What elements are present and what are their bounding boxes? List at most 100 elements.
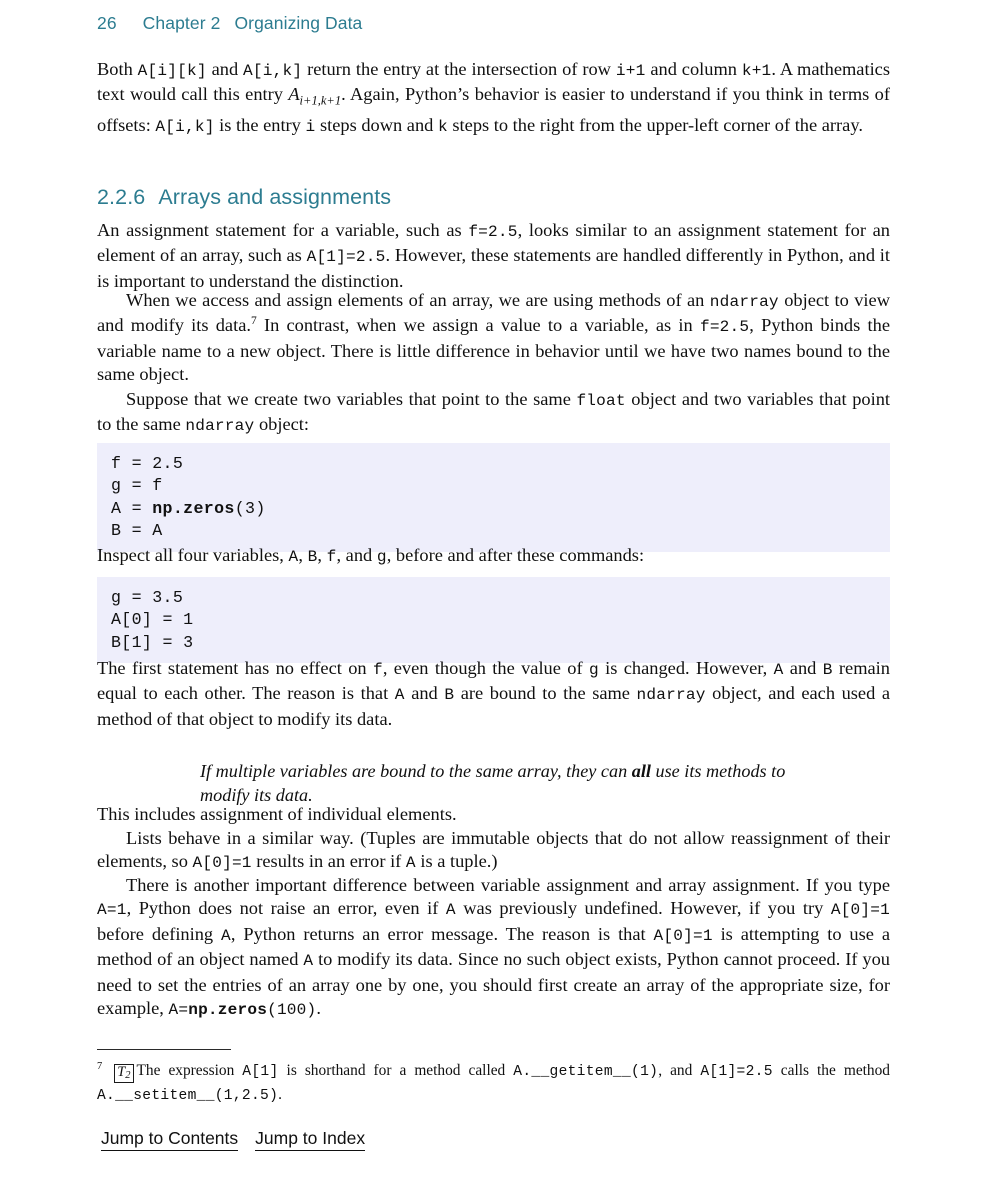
text-run: , and [336, 545, 377, 565]
section-number: 2.2.6 [97, 185, 146, 209]
paragraph-includes-assignment: This includes assignment of individual e… [97, 803, 890, 826]
text-run: and column [645, 59, 742, 79]
inline-code: A [445, 901, 456, 920]
inline-code: A[1] [242, 1064, 279, 1080]
inline-code: A [288, 548, 299, 566]
inline-code: A [394, 686, 405, 705]
text-run: An assignment statement for a variable, … [97, 220, 469, 240]
callout-note: If multiple variables are bound to the s… [200, 760, 800, 807]
code-text: f = 2.5 [111, 454, 184, 473]
page-number: 26 [97, 13, 117, 33]
inline-code: A [221, 926, 231, 945]
inline-code: f [372, 661, 383, 679]
inline-code: A[1]=2.5 [306, 248, 386, 267]
text-run: before defining [97, 923, 222, 944]
inline-code: A[0]=1 [653, 926, 713, 945]
code-block-create-variables: f = 2.5 g = f A = np.zeros(3) B = A [97, 443, 890, 552]
inline-code: A.__getitem__(1) [513, 1064, 659, 1080]
paragraph-access-assign: When we access and assign elements of an… [97, 289, 890, 387]
inline-code: A[0]=1 [830, 901, 890, 920]
text-run: , [298, 545, 308, 565]
text-run: calls the method [772, 1062, 891, 1079]
inline-code: B [307, 548, 318, 566]
paragraph-assignment-statement: An assignment statement for a variable, … [97, 219, 890, 293]
footnote-separator [97, 1049, 231, 1050]
inline-code: f [326, 548, 337, 566]
running-head: 26 Chapter 2 Organizing Data [97, 13, 362, 34]
paragraph-lists-behave: Lists behave in a similar way. (Tuples a… [97, 827, 890, 876]
code-text: A = [111, 498, 153, 518]
text-run: and [404, 683, 445, 704]
paragraph-another-difference: There is another important difference be… [97, 874, 890, 1023]
bottom-navigation: Jump to Contents Jump to Index [101, 1128, 382, 1151]
text-run: Both [97, 59, 138, 79]
text-run: There is another important difference be… [126, 875, 890, 895]
code-line: B = A [97, 520, 890, 542]
inline-code: g [376, 548, 387, 566]
inline-code: A.__setitem__(1,2.5) [97, 1087, 279, 1104]
text-run: This includes assignment of individual e… [97, 804, 457, 824]
chapter-label: Chapter 2 [142, 13, 221, 33]
inline-code: ndarray [709, 293, 779, 311]
math-symbol: A [288, 84, 300, 105]
section-heading: 2.2.6 Arrays and assignments [97, 185, 890, 210]
code-text: (3) [234, 498, 266, 518]
inline-code: A[i,k] [243, 62, 303, 80]
text-run: The first statement has no effect on [97, 658, 373, 678]
jump-to-index-link[interactable]: Jump to Index [255, 1128, 366, 1151]
text-run: is a tuple.) [415, 851, 498, 872]
chapter-title: Organizing Data [234, 13, 363, 33]
inline-code: f=2.5 [699, 318, 750, 337]
text-run: return the entry at the intersection of … [302, 59, 616, 79]
inline-code: A [405, 854, 416, 873]
text-run: results in an error if [251, 851, 406, 872]
inline-code: A[0]=1 [192, 854, 252, 873]
inline-code: A=1 [97, 901, 127, 920]
text-run: , and [658, 1062, 701, 1079]
text-run: steps down and [315, 114, 438, 135]
inline-code: A= [168, 1001, 189, 1020]
jump-to-contents-link[interactable]: Jump to Contents [101, 1128, 239, 1151]
inline-code: f=2.5 [468, 223, 518, 241]
paragraph-intersection-entry: Both A[i][k] and A[i,k] return the entry… [97, 58, 890, 139]
code-line: g = 3.5 [97, 587, 890, 609]
inline-code: A[i][k] [137, 62, 207, 80]
text-run: . [278, 1085, 283, 1103]
inline-code: i [305, 117, 316, 136]
text-run: . [316, 998, 321, 1019]
code-text: B = A [111, 521, 163, 541]
inline-code: k [437, 117, 448, 136]
code-text: g = 3.5 [111, 588, 184, 607]
inline-code: i+1 [615, 62, 646, 80]
inline-code: A[1]=2.5 [700, 1064, 773, 1080]
text-run: object: [254, 414, 310, 435]
text-run: , before and after these commands: [386, 545, 645, 565]
code-line: g = f [97, 475, 890, 497]
inline-code: ndarray [185, 417, 255, 436]
inline-code: B [444, 686, 455, 705]
text-run: If multiple variables are bound to the s… [200, 761, 632, 782]
text-run: Inspect all four variables, [97, 545, 289, 565]
code-line: A = np.zeros(3) [97, 498, 890, 520]
math-subscript: i+1,k+1 [299, 94, 342, 109]
paragraph-suppose-two-variables: Suppose that we create two variables tha… [97, 388, 890, 439]
inline-code: (100) [267, 1001, 317, 1020]
code-text: B[1] = 3 [111, 632, 194, 652]
inline-code: A[i,k] [155, 117, 215, 136]
inline-code: g [588, 661, 599, 679]
code-line: B[1] = 3 [97, 632, 890, 654]
text-run: The expression [136, 1062, 243, 1079]
code-line: A[0] = 1 [97, 609, 890, 631]
footnote-7: 7 T2 The expression A[1] is shorthand for … [97, 1060, 890, 1107]
inline-code-function: np.zeros [188, 1001, 268, 1020]
text-run: is changed. However, [598, 658, 774, 678]
text-run: , Python does not raise an error, even i… [126, 898, 446, 919]
emphasis-word: all [631, 761, 651, 782]
text-run: When we access and assign elements of an… [126, 290, 710, 310]
text-run: and [206, 59, 244, 79]
text-run: and [783, 658, 823, 678]
tag-subscript: 2 [125, 1070, 131, 1081]
inline-code: B [822, 661, 833, 679]
inline-code: A [773, 661, 784, 679]
code-text: g = f [111, 476, 163, 496]
